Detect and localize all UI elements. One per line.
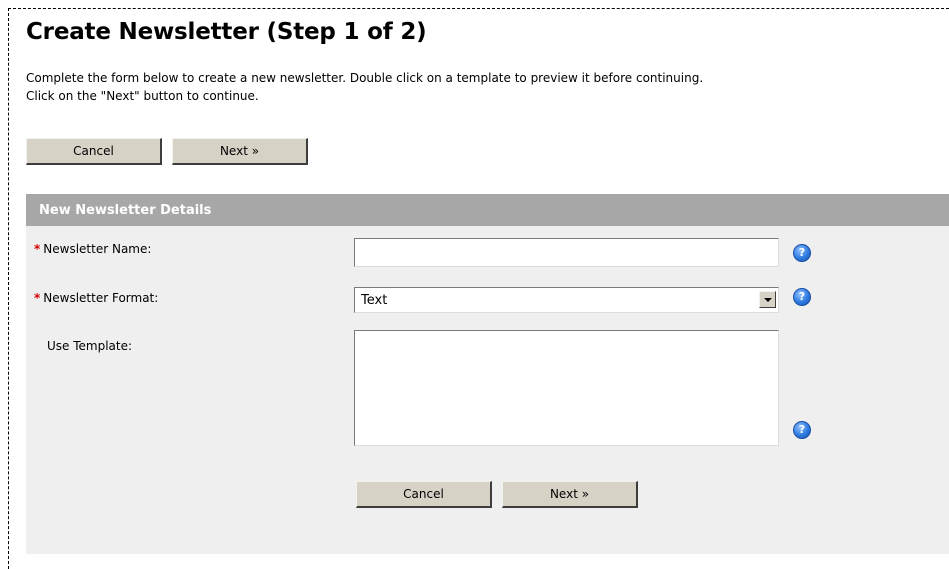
required-marker: * xyxy=(34,242,41,256)
intro-line-2: Click on the "Next" button to continue. xyxy=(26,89,259,103)
help-icon[interactable]: ? xyxy=(793,288,811,306)
newsletter-format-select[interactable]: Text xyxy=(354,287,779,313)
next-button-top[interactable]: Next » xyxy=(172,138,308,165)
intro-line-1: Complete the form below to create a new … xyxy=(26,71,704,85)
use-template-label: Use Template: xyxy=(47,339,133,353)
panel-header: New Newsletter Details xyxy=(26,194,949,226)
help-icon[interactable]: ? xyxy=(793,244,811,262)
cancel-button-top[interactable]: Cancel xyxy=(26,138,162,165)
template-list[interactable] xyxy=(354,330,779,446)
newsletter-name-label: * Newsletter Name: xyxy=(34,242,152,256)
newsletter-name-input[interactable] xyxy=(354,238,779,267)
required-marker: * xyxy=(34,291,41,305)
format-selected-value: Text xyxy=(361,293,388,308)
help-icon[interactable]: ? xyxy=(793,421,811,439)
next-button-bottom[interactable]: Next » xyxy=(502,481,638,508)
intro-text: Complete the form below to create a new … xyxy=(26,69,949,105)
cancel-button-bottom[interactable]: Cancel xyxy=(356,481,492,508)
newsletter-format-label: * Newsletter Format: xyxy=(34,291,159,305)
page-title: Create Newsletter (Step 1 of 2) xyxy=(26,19,427,45)
chevron-down-icon[interactable] xyxy=(759,291,776,308)
